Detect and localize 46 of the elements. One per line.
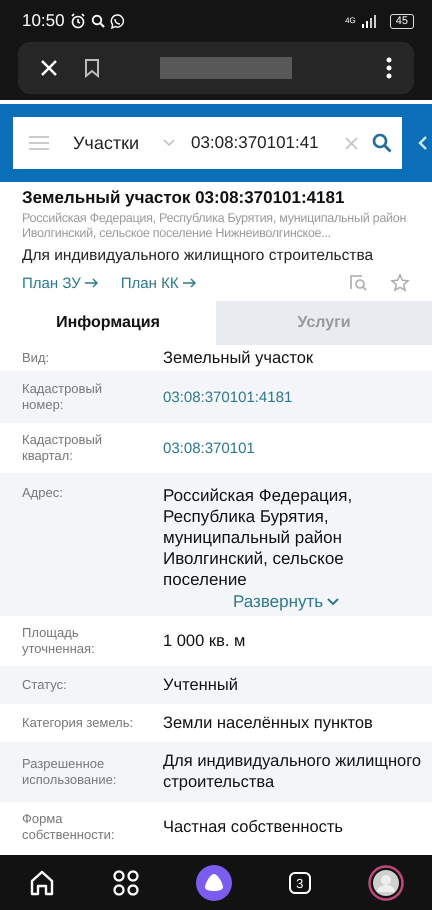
star-icon[interactable] <box>390 273 410 293</box>
field-value: Для индивидуального жилищного строительства <box>163 751 422 793</box>
network-label: 4G <box>345 17 356 25</box>
field-label: Категория земель: <box>22 715 134 731</box>
battery-indicator: 45 <box>390 14 414 28</box>
field-label: Кадастровый номер: <box>22 381 104 413</box>
field-value: Земли населённых пунктов <box>163 712 374 734</box>
field-value: Земельный участок <box>163 348 314 368</box>
field-label: Разрешенное использование: <box>22 756 118 788</box>
field-label: Форма собственности: <box>22 811 116 843</box>
back-chevron-icon[interactable] <box>418 135 428 151</box>
search-field[interactable]: 03:08:370101:41 <box>191 133 337 153</box>
more-icon[interactable] <box>386 57 392 79</box>
field-label: Кадастровый квартал: <box>22 432 104 464</box>
search-icon <box>90 14 105 28</box>
close-icon[interactable] <box>40 59 58 77</box>
assistant-icon[interactable] <box>196 865 232 901</box>
expand-link[interactable]: Развернуть <box>233 590 340 616</box>
alarm-icon <box>70 13 86 29</box>
avatar-icon[interactable] <box>368 865 404 901</box>
parcel-purpose: Для индивидуального жилищного строительства <box>22 247 374 265</box>
signal-icon <box>360 14 379 28</box>
value-link[interactable]: 03:08:370101:4181 <box>163 386 422 408</box>
parcel-address: Российская Федерация, Республика Бурятия, муниципальный район Иволгинский, сельское поселение Нижнеиволгинское... <box>22 211 408 241</box>
grid-icon[interactable] <box>113 870 140 896</box>
category-dropdown[interactable]: Участки <box>73 132 139 154</box>
field-label: Адрес: <box>22 485 64 501</box>
arrow-right-icon[interactable] <box>84 278 99 288</box>
plan-link[interactable]: План ЗУ <box>22 274 81 292</box>
field-label: Статус: <box>22 677 68 693</box>
tab-counter[interactable]: 3 <box>288 872 311 894</box>
chevron-icon <box>327 598 340 606</box>
field-label: Площадь уточненная: <box>22 625 96 657</box>
arrow-right-icon[interactable] <box>182 278 197 288</box>
field-value: Учтенный <box>163 674 239 696</box>
search-icon[interactable] <box>372 133 392 153</box>
clock: 10:50 <box>22 11 65 31</box>
field-value: 1 000 кв. м <box>163 630 246 652</box>
bookmark-icon[interactable] <box>84 58 100 78</box>
value-link[interactable]: 03:08:370101 <box>163 438 422 458</box>
parcel-title: Земельный участок 03:08:370101:4181 <box>22 188 346 208</box>
field-value: Частная собственность <box>163 816 344 838</box>
chat-bubble-icon <box>110 14 125 28</box>
plan-link[interactable]: План КК <box>120 274 179 292</box>
field-label: Вид: <box>22 350 50 366</box>
field-value: Российская Федерация, Республика Бурятия, муниципальный район Иволгинский, сельское поселение <box>163 485 354 590</box>
